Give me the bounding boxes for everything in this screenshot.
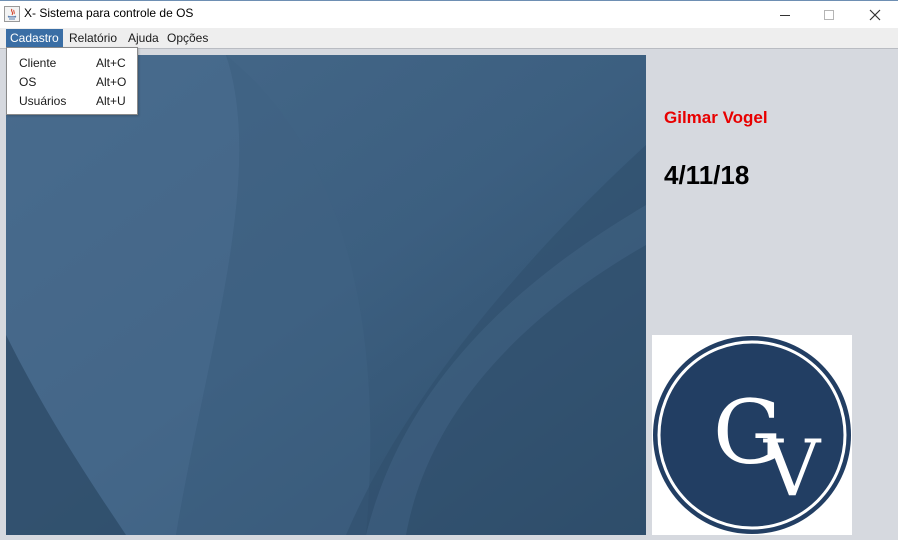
menu-item-label: OS	[19, 75, 37, 89]
menu-item-accelerator: Alt+U	[96, 94, 126, 108]
company-logo: G V	[652, 335, 852, 535]
window-title: X- Sistema para controle de OS	[24, 6, 194, 20]
menu-item-label: Cliente	[19, 56, 57, 70]
gv-logo: G V	[653, 336, 851, 534]
menu-item-cliente[interactable]: Cliente Alt+C	[7, 54, 137, 73]
menu-cadastro[interactable]: Cadastro	[6, 29, 63, 47]
menu-item-label: Usuários	[19, 94, 67, 108]
menu-relatorio[interactable]: Relatório	[65, 29, 121, 47]
close-icon	[869, 9, 881, 20]
close-button[interactable]	[852, 1, 898, 28]
menu-item-accelerator: Alt+C	[96, 56, 126, 70]
desktop-pane	[6, 55, 646, 535]
menu-item-accelerator: Alt+O	[96, 75, 127, 89]
minimize-icon	[780, 14, 790, 16]
cadastro-dropdown: Cliente Alt+C OS Alt+O Usuários Alt+U	[6, 47, 138, 115]
title-bar: X- Sistema para controle de OS	[0, 0, 898, 28]
menu-item-usuarios[interactable]: Usuários Alt+U	[7, 92, 137, 111]
menu-opcoes[interactable]: Opções	[163, 29, 212, 47]
menu-bar: Cadastro Relatório Ajuda Opções	[0, 28, 898, 49]
java-app-icon	[4, 6, 20, 22]
logged-user-name: Gilmar Vogel	[664, 108, 768, 127]
menu-ajuda[interactable]: Ajuda	[124, 29, 163, 47]
maximize-icon	[824, 9, 834, 20]
desktop-background	[6, 55, 646, 535]
maximize-button[interactable]	[806, 1, 852, 28]
current-date: 4/11/18	[664, 160, 750, 190]
menu-item-os[interactable]: OS Alt+O	[7, 73, 137, 92]
minimize-button[interactable]	[762, 1, 808, 28]
svg-text:V: V	[763, 424, 822, 514]
